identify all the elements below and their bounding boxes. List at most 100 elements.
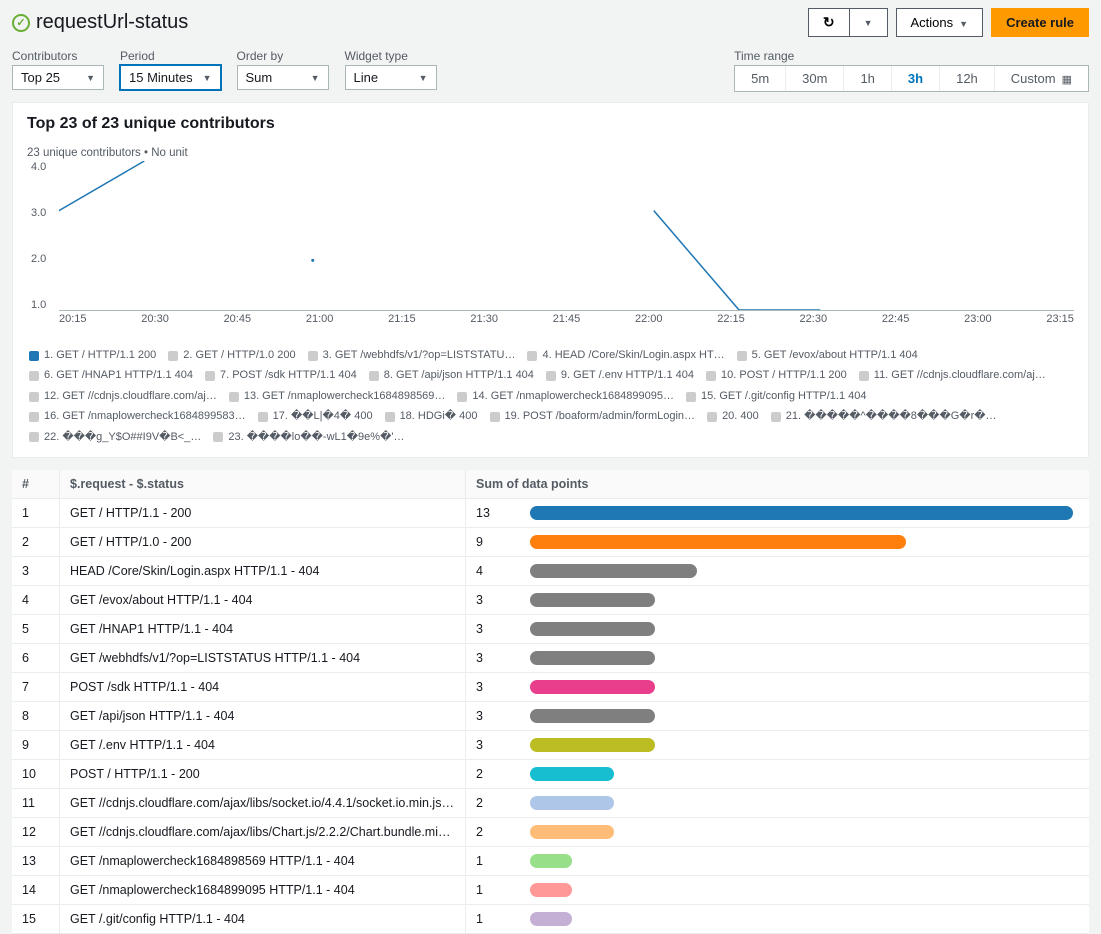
- x-tick: 21:30: [470, 313, 498, 325]
- table-row[interactable]: 1GET / HTTP/1.1 - 20013: [12, 499, 1089, 528]
- row-sum: 9: [466, 528, 520, 556]
- x-tick: 22:45: [882, 313, 910, 325]
- table-row[interactable]: 9GET /.env HTTP/1.1 - 4043: [12, 731, 1089, 760]
- legend-swatch: [29, 432, 39, 442]
- legend-item[interactable]: 21. �����^����8���G�r�…: [771, 408, 997, 426]
- legend-item[interactable]: 12. GET //cdnjs.cloudflare.com/aj…: [29, 388, 217, 406]
- legend-item[interactable]: 3. GET /webhdfs/v1/?op=LISTSTATU…: [308, 347, 516, 365]
- y-tick: 3.0: [31, 207, 46, 219]
- legend-item[interactable]: 2. GET / HTTP/1.0 200: [168, 347, 295, 365]
- order-by-select[interactable]: Sum▼: [237, 65, 329, 90]
- legend-item[interactable]: 4. HEAD /Core/Skin/Login.aspx HT…: [527, 347, 724, 365]
- time-range-option-5m[interactable]: 5m: [735, 66, 786, 91]
- x-tick: 22:30: [800, 313, 828, 325]
- line-chart[interactable]: 4.03.02.01.0 20:1520:3020:4521:0021:1521…: [35, 161, 1074, 321]
- time-range-option-custom[interactable]: Custom: [995, 66, 1088, 91]
- legend-item[interactable]: 16. GET /nmaplowercheck1684899583…: [29, 408, 246, 426]
- row-bar-cell: [520, 644, 1089, 672]
- row-sum: 3: [466, 586, 520, 614]
- contributors-select[interactable]: Top 25▼: [12, 65, 104, 90]
- table-row[interactable]: 12GET //cdnjs.cloudflare.com/ajax/libs/C…: [12, 818, 1089, 847]
- legend-item[interactable]: 5. GET /evox/about HTTP/1.1 404: [737, 347, 918, 365]
- legend-item[interactable]: 15. GET /.git/config HTTP/1.1 404: [686, 388, 867, 406]
- row-sum: 3: [466, 731, 520, 759]
- legend-item[interactable]: 1. GET / HTTP/1.1 200: [29, 347, 156, 365]
- widget-type-select[interactable]: Line▼: [345, 65, 437, 90]
- time-range-option-12h[interactable]: 12h: [940, 66, 995, 91]
- legend-item[interactable]: 10. POST / HTTP/1.1 200: [706, 367, 847, 385]
- bar: [530, 912, 572, 926]
- legend-text: 22. ���g_Y$O##I9V�B<_…: [44, 429, 201, 447]
- legend-swatch: [385, 412, 395, 422]
- legend-swatch: [546, 371, 556, 381]
- row-request: POST /sdk HTTP/1.1 - 404: [60, 673, 466, 701]
- legend-text: 7. POST /sdk HTTP/1.1 404: [220, 367, 357, 385]
- table-row[interactable]: 13GET /nmaplowercheck1684898569 HTTP/1.1…: [12, 847, 1089, 876]
- x-tick: 21:45: [553, 313, 581, 325]
- legend-text: 19. POST /boaform/admin/formLogin…: [505, 408, 696, 426]
- legend-text: 12. GET //cdnjs.cloudflare.com/aj…: [44, 388, 217, 406]
- check-icon: [12, 14, 30, 32]
- row-request: GET //cdnjs.cloudflare.com/ajax/libs/soc…: [60, 789, 466, 817]
- legend-item[interactable]: 9. GET /.env HTTP/1.1 404: [546, 367, 694, 385]
- table-row[interactable]: 7POST /sdk HTTP/1.1 - 4043: [12, 673, 1089, 702]
- legend-item[interactable]: 6. GET /HNAP1 HTTP/1.1 404: [29, 367, 193, 385]
- legend-item[interactable]: 23. ����lo��-wL1�9e%�'…: [213, 429, 404, 447]
- row-bar-cell: [520, 818, 1089, 846]
- legend-item[interactable]: 17. ��L|�4� 400: [258, 408, 373, 426]
- time-range-option-30m[interactable]: 30m: [786, 66, 844, 91]
- table-row[interactable]: 14GET /nmaplowercheck1684899095 HTTP/1.1…: [12, 876, 1089, 905]
- table-row[interactable]: 15GET /.git/config HTTP/1.1 - 4041: [12, 905, 1089, 934]
- row-request: GET /api/json HTTP/1.1 - 404: [60, 702, 466, 730]
- refresh-button[interactable]: [808, 8, 849, 37]
- table-row[interactable]: 3HEAD /Core/Skin/Login.aspx HTTP/1.1 - 4…: [12, 557, 1089, 586]
- legend-swatch: [205, 371, 215, 381]
- page-title: requestUrl-status: [36, 11, 188, 34]
- legend-item[interactable]: 22. ���g_Y$O##I9V�B<_…: [29, 429, 201, 447]
- col-sum[interactable]: Sum of data points: [466, 470, 1089, 498]
- legend-swatch: [706, 371, 716, 381]
- x-tick: 22:15: [717, 313, 745, 325]
- legend-item[interactable]: 13. GET /nmaplowercheck1684898569…: [229, 388, 446, 406]
- row-number: 12: [12, 818, 60, 846]
- legend-item[interactable]: 19. POST /boaform/admin/formLogin…: [490, 408, 696, 426]
- table-row[interactable]: 11GET //cdnjs.cloudflare.com/ajax/libs/s…: [12, 789, 1089, 818]
- legend-item[interactable]: 11. GET //cdnjs.cloudflare.com/aj…: [859, 367, 1046, 385]
- legend-swatch: [258, 412, 268, 422]
- legend-swatch: [490, 412, 500, 422]
- legend-text: 6. GET /HNAP1 HTTP/1.1 404: [44, 367, 193, 385]
- table-row[interactable]: 2GET / HTTP/1.0 - 2009: [12, 528, 1089, 557]
- table-row[interactable]: 8GET /api/json HTTP/1.1 - 4043: [12, 702, 1089, 731]
- bar: [530, 796, 614, 810]
- table-row[interactable]: 5GET /HNAP1 HTTP/1.1 - 4043: [12, 615, 1089, 644]
- bar: [530, 854, 572, 868]
- table-row[interactable]: 6GET /webhdfs/v1/?op=LISTSTATUS HTTP/1.1…: [12, 644, 1089, 673]
- table-row[interactable]: 10POST / HTTP/1.1 - 2002: [12, 760, 1089, 789]
- time-range-toggle: 5m30m1h3h12hCustom: [734, 65, 1089, 92]
- legend-item[interactable]: 14. GET /nmaplowercheck1684899095…: [457, 388, 674, 406]
- legend-item[interactable]: 8. GET /api/json HTTP/1.1 404: [369, 367, 534, 385]
- time-range-option-3h[interactable]: 3h: [892, 66, 940, 91]
- col-request[interactable]: $.request - $.status: [60, 470, 466, 498]
- legend-item[interactable]: 20. 400: [707, 408, 759, 426]
- row-number: 15: [12, 905, 60, 933]
- legend-swatch: [168, 351, 178, 361]
- row-number: 1: [12, 499, 60, 527]
- row-sum: 1: [466, 905, 520, 933]
- row-number: 4: [12, 586, 60, 614]
- table-row[interactable]: 4GET /evox/about HTTP/1.1 - 4043: [12, 586, 1089, 615]
- period-select[interactable]: 15 Minutes▼: [120, 65, 221, 90]
- refresh-dropdown-button[interactable]: [849, 8, 888, 37]
- time-range-option-1h[interactable]: 1h: [844, 66, 891, 91]
- col-num[interactable]: #: [12, 470, 60, 498]
- legend-item[interactable]: 18. HDGi� 400: [385, 408, 478, 426]
- bar: [530, 738, 655, 752]
- bar: [530, 651, 655, 665]
- bar: [530, 709, 655, 723]
- create-rule-button[interactable]: Create rule: [991, 8, 1089, 37]
- actions-button[interactable]: Actions: [896, 8, 984, 37]
- period-label: Period: [120, 49, 221, 63]
- legend-text: 9. GET /.env HTTP/1.1 404: [561, 367, 694, 385]
- x-tick: 20:30: [141, 313, 169, 325]
- legend-item[interactable]: 7. POST /sdk HTTP/1.1 404: [205, 367, 357, 385]
